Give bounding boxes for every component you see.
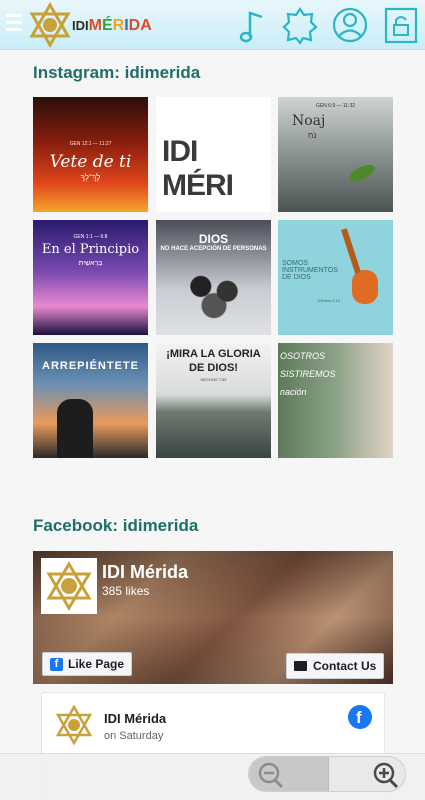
leaf-image [346, 161, 378, 185]
zoom-in-icon [373, 762, 399, 789]
badge-icon[interactable] [282, 5, 318, 45]
instagram-post[interactable]: GEN 6:9 — 11:32 Noaj נֹחַ [278, 97, 393, 212]
zoom-in-button[interactable] [328, 757, 405, 791]
zoom-control [248, 756, 406, 792]
like-page-button[interactable]: f Like Page [42, 652, 133, 676]
ukulele-image [352, 270, 378, 304]
facebook-likes-count: 385 likes [102, 584, 150, 598]
logo-text: IDIMÉRIDA [72, 17, 152, 34]
instagram-post[interactable]: IDI MÉRI [156, 97, 271, 212]
silhouette-image [57, 399, 93, 458]
facebook-title: Facebook: idimerida [33, 516, 199, 535]
post-time[interactable]: on Saturday [104, 730, 163, 742]
star-of-david-icon [55, 705, 93, 745]
facebook-icon: f [50, 657, 63, 671]
instagram-post[interactable]: ¡MIRA LA GLORIA DE DIOS! HECHOS 7:55 [156, 343, 271, 458]
facebook-logo-icon[interactable]: f [348, 705, 372, 729]
instagram-post[interactable]: GEN 1:1 — 6:8 En el Principio בְּרֵאשִׁי… [33, 220, 148, 335]
facebook-page-avatar[interactable] [41, 558, 97, 614]
lock-icon[interactable] [383, 5, 419, 45]
people-image [181, 272, 247, 320]
app-header: IDIMÉRIDA [0, 0, 425, 50]
user-icon[interactable] [332, 5, 368, 45]
zoom-out-button[interactable] [249, 757, 328, 791]
facebook-page-name[interactable]: IDI Mérida [102, 562, 188, 583]
music-icon[interactable] [236, 5, 272, 45]
instagram-post[interactable]: SOMOS INSTRUMENTOS DE DIOS Efesios 2:10 [278, 220, 393, 335]
star-of-david-icon [29, 2, 71, 48]
menu-icon[interactable] [6, 14, 22, 34]
instagram-post[interactable]: ARREPIÉNTETE [33, 343, 148, 458]
instagram-post[interactable]: DIOS NO HACE ACEPCIÓN DE PERSONAS [156, 220, 271, 335]
instagram-post[interactable]: GEN 12:1 — 11:27 Vete de ti לֶךְ־לְךָ [33, 97, 148, 212]
instagram-title: Instagram: idimerida [33, 63, 201, 82]
contact-us-button[interactable]: Contact Us [286, 653, 385, 679]
instagram-post[interactable]: OSOTROS SISTIREMOS nación [278, 343, 393, 458]
mail-icon [294, 661, 307, 671]
zoom-out-icon [258, 762, 284, 789]
post-author[interactable]: IDI Mérida [104, 711, 166, 726]
logo[interactable]: IDIMÉRIDA [27, 2, 152, 48]
zoom-toolbar [0, 753, 425, 800]
star-of-david-icon [46, 561, 92, 611]
